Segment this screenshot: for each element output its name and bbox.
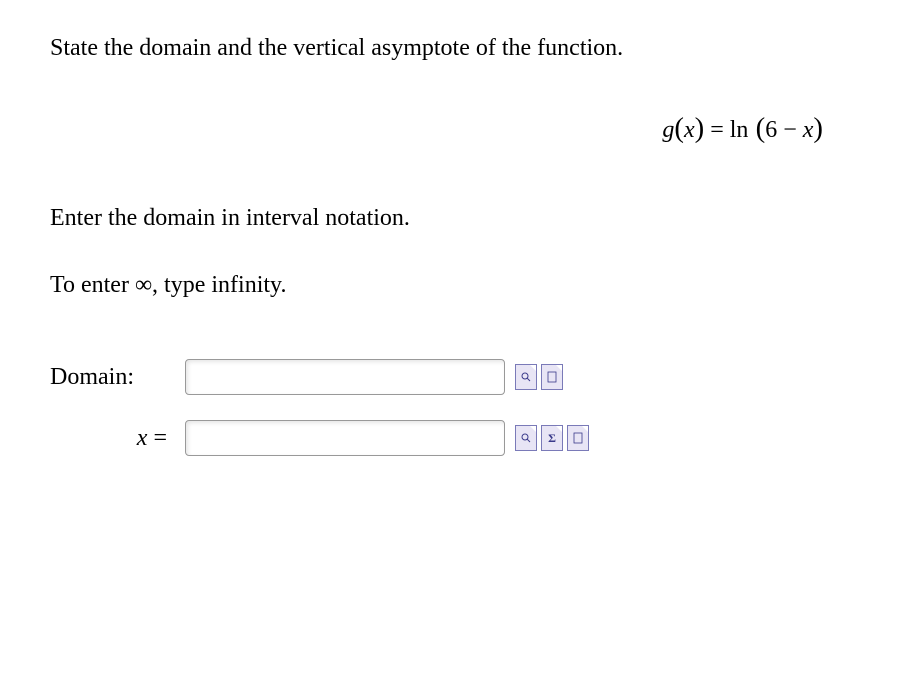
domain-icon-group: [515, 364, 563, 390]
equation-close-paren-1: ): [695, 117, 705, 143]
instruction-text: Enter the domain in interval notation.: [50, 205, 873, 232]
hint-text: To enter ∞, type infinity.: [50, 272, 873, 299]
x-icon-group: Σ: [515, 425, 589, 451]
x-equals-label: x =: [50, 425, 185, 452]
preview-icon[interactable]: [515, 425, 537, 451]
sigma-icon[interactable]: Σ: [541, 425, 563, 451]
x-var: x: [137, 425, 148, 451]
domain-answer-row: Domain:: [50, 359, 873, 395]
equation-x-1: x: [684, 117, 695, 143]
question-prompt: State the domain and the vertical asympt…: [50, 35, 873, 62]
equation-x-2: x: [803, 117, 814, 143]
x-eq-sign: =: [147, 425, 167, 451]
equation-ln: ln: [730, 117, 749, 143]
equation-six-minus: 6 −: [765, 117, 803, 143]
domain-label: Domain:: [50, 364, 185, 391]
domain-input[interactable]: [185, 359, 505, 395]
equation-g: g: [662, 117, 674, 143]
x-answer-row: x = Σ: [50, 420, 873, 456]
help-icon[interactable]: [567, 425, 589, 451]
function-equation: g(x) = ln (6 − x): [50, 112, 873, 145]
equation-close-paren-2: ): [813, 117, 823, 143]
equation-open-paren-1: (: [674, 117, 684, 143]
equation-equals: =: [704, 117, 730, 143]
equation-open-paren-2: (: [748, 117, 765, 143]
help-icon[interactable]: [541, 364, 563, 390]
x-input[interactable]: [185, 420, 505, 456]
preview-icon[interactable]: [515, 364, 537, 390]
sigma-glyph: Σ: [548, 431, 556, 446]
